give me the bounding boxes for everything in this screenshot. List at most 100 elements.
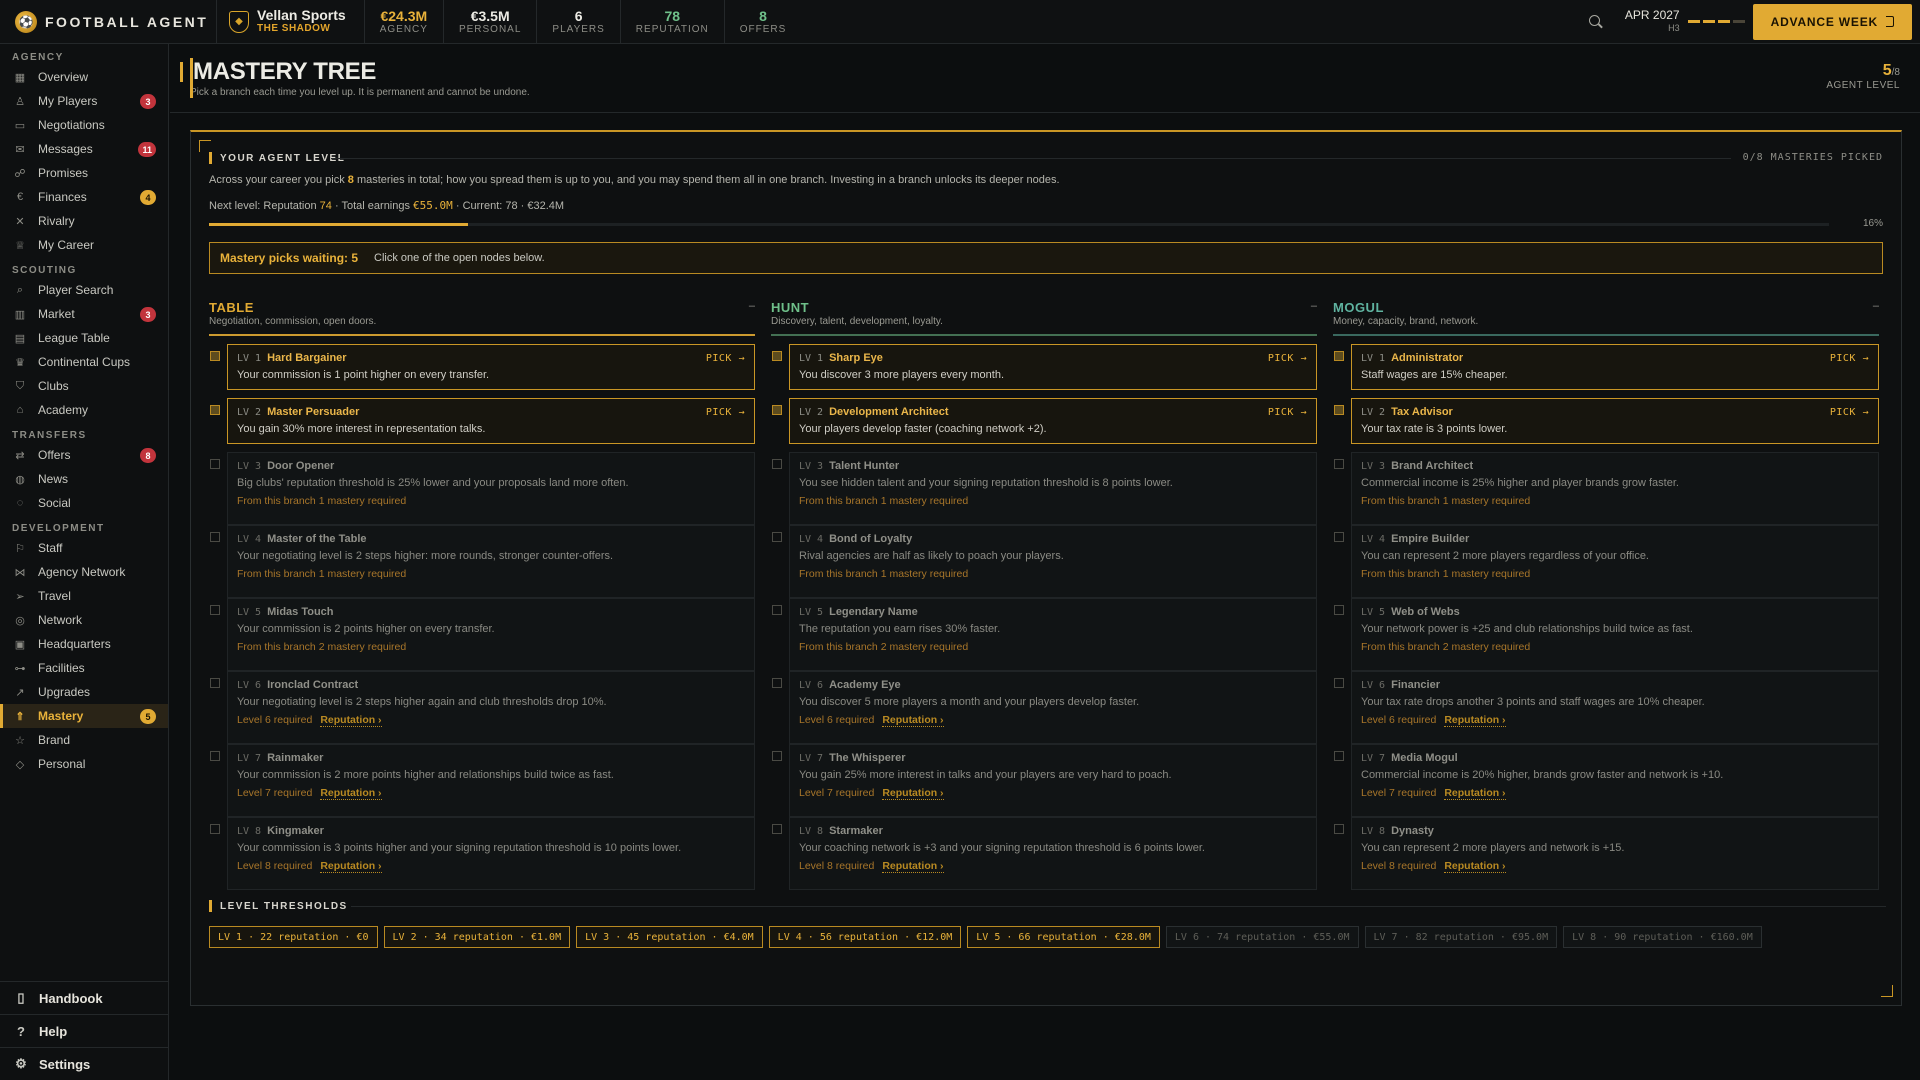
sidebar-item-league-table[interactable]: ▤ League Table bbox=[0, 326, 168, 350]
star-icon: ☆ bbox=[15, 734, 25, 747]
sidebar-settings[interactable]: ⚙ Settings bbox=[0, 1047, 168, 1080]
node-level: LV 6 bbox=[237, 679, 262, 691]
sidebar-item-headquarters[interactable]: ▣ Headquarters bbox=[0, 632, 168, 656]
mastery-card: YOUR AGENT LEVEL 0/8 MASTERIES PICKED Ac… bbox=[190, 130, 1902, 1006]
sidebar-item-clubs[interactable]: ⛉ Clubs bbox=[0, 374, 168, 398]
node-checkbox[interactable] bbox=[772, 405, 782, 415]
sidebar-item-player-search[interactable]: ⌕ Player Search bbox=[0, 278, 168, 302]
search-icon[interactable] bbox=[1588, 14, 1603, 29]
collapse-toggle[interactable]: – bbox=[1311, 300, 1317, 312]
plane-icon: ➢ bbox=[15, 590, 25, 603]
sidebar-item-facilities[interactable]: ⊶ Facilities bbox=[0, 656, 168, 680]
stat-agency[interactable]: €24.3M AGENCY bbox=[363, 0, 443, 44]
stat-label: AGENCY bbox=[379, 23, 428, 35]
mastery-node-rainmaker: LV 7 Rainmaker Your commission is 2 more p… bbox=[210, 744, 755, 817]
stat-reputation[interactable]: 78 REPUTATION bbox=[619, 0, 724, 44]
sidebar-item-messages[interactable]: ✉ Messages 11 bbox=[0, 137, 168, 161]
sidebar-item-brand[interactable]: ☆ Brand bbox=[0, 728, 168, 752]
mastery-node-administrator[interactable]: LV 1 Administrator PICK → Staff wages are 1… bbox=[1334, 344, 1879, 390]
mastery-node-development-architect[interactable]: LV 2 Development Architect PICK → Your play… bbox=[772, 398, 1317, 444]
sidebar-item-promises[interactable]: ☍ Promises bbox=[0, 161, 168, 185]
club-info[interactable]: ◆ Vellan Sports THE SHADOW bbox=[216, 0, 364, 44]
sidebar-item-upgrades[interactable]: ↗ Upgrades bbox=[0, 680, 168, 704]
sidebar-item-finances[interactable]: € Finances 4 bbox=[0, 185, 168, 209]
app-logo[interactable]: ⚽ FOOTBALL AGENT bbox=[0, 10, 216, 33]
sidebar-item-news[interactable]: ◍ News bbox=[0, 467, 168, 491]
sidebar-item-label: Agency Network bbox=[38, 565, 126, 579]
sidebar-item-travel[interactable]: ➢ Travel bbox=[0, 584, 168, 608]
sidebar-item-label: League Table bbox=[38, 331, 110, 345]
stat-value: €3.5M bbox=[470, 7, 510, 24]
node-description: Your tax rate drops another 3 points and… bbox=[1361, 696, 1705, 708]
node-checkbox[interactable] bbox=[1334, 351, 1344, 361]
node-checkbox[interactable] bbox=[1334, 405, 1344, 415]
node-checkbox[interactable] bbox=[210, 351, 220, 361]
reputation-link[interactable]: Reputation › bbox=[882, 714, 944, 727]
collapse-toggle[interactable]: – bbox=[749, 300, 755, 312]
reputation-link[interactable]: Reputation › bbox=[1444, 787, 1506, 800]
node-level: LV 7 bbox=[799, 752, 824, 764]
node-requirement: Level 7 required Reputation › bbox=[237, 787, 745, 800]
sidebar-item-overview[interactable]: ▦ Overview bbox=[0, 65, 168, 89]
stat-personal[interactable]: €3.5M PERSONAL bbox=[442, 0, 536, 44]
mastery-node-sharp-eye[interactable]: LV 1 Sharp Eye PICK → You discover 3 more p… bbox=[772, 344, 1317, 390]
sidebar: AGENCY ▦ Overview ♙ My Players 3 ▭ Negotiations… bbox=[0, 44, 169, 1080]
requirement-text: Level 7 required bbox=[1361, 787, 1437, 799]
mastery-node-tax-advisor[interactable]: LV 2 Tax Advisor PICK → Your tax rate is 3 … bbox=[1334, 398, 1879, 444]
sidebar-handbook[interactable]: ▯ Handbook bbox=[0, 981, 168, 1014]
node-header: LV 6 Financier bbox=[1361, 678, 1869, 692]
reputation-link[interactable]: Reputation › bbox=[882, 787, 944, 800]
pick-button[interactable]: PICK → bbox=[1830, 407, 1869, 418]
node-description: The reputation you earn rises 30% faster… bbox=[799, 623, 1001, 635]
sidebar-item-my-players[interactable]: ♙ My Players 3 bbox=[0, 89, 168, 113]
sidebar-item-staff[interactable]: ⚐ Staff bbox=[0, 536, 168, 560]
level-progress-fill bbox=[209, 223, 469, 226]
stat-players[interactable]: 6 PLAYERS bbox=[536, 0, 619, 44]
pick-button[interactable]: PICK → bbox=[706, 353, 745, 364]
pick-button[interactable]: PICK → bbox=[1830, 353, 1869, 364]
node-checkbox bbox=[772, 459, 782, 469]
sidebar-item-agency-network[interactable]: ⋈ Agency Network bbox=[0, 560, 168, 584]
sidebar-item-rivalry[interactable]: ✕ Rivalry bbox=[0, 209, 168, 233]
node-checkbox[interactable] bbox=[210, 405, 220, 415]
reputation-link[interactable]: Reputation › bbox=[320, 714, 382, 727]
sidebar-item-my-career[interactable]: ♕ My Career bbox=[0, 233, 168, 257]
sidebar-item-network[interactable]: ◎ Network bbox=[0, 608, 168, 632]
pick-button[interactable]: PICK → bbox=[1268, 353, 1307, 364]
requirement-text: Level 7 required bbox=[237, 787, 313, 799]
sidebar-help[interactable]: ? Help bbox=[0, 1014, 168, 1047]
advance-week-button[interactable]: ADVANCE WEEK bbox=[1752, 3, 1912, 40]
mastery-node-hard-bargainer[interactable]: LV 1 Hard Bargainer PICK → Your commission … bbox=[210, 344, 755, 390]
count-badge: 5 bbox=[140, 709, 156, 724]
reputation-link[interactable]: Reputation › bbox=[882, 860, 944, 873]
picks-waiting: Mastery picks waiting: 5 bbox=[220, 251, 359, 265]
reputation-link[interactable]: Reputation › bbox=[1444, 860, 1506, 873]
sidebar-item-academy[interactable]: ⌂ Academy bbox=[0, 398, 168, 422]
node-header: LV 5 Midas Touch bbox=[237, 605, 745, 619]
sidebar-item-social[interactable]: ◌ Social bbox=[0, 491, 168, 515]
collapse-toggle[interactable]: – bbox=[1873, 300, 1879, 312]
node-description: Your commission is 2 more points higher … bbox=[237, 769, 614, 781]
sidebar-item-mastery[interactable]: ⇑ Mastery 5 bbox=[0, 704, 168, 728]
pick-button[interactable]: PICK → bbox=[1268, 407, 1307, 418]
reputation-link[interactable]: Reputation › bbox=[320, 787, 382, 800]
mastery-node-kingmaker: LV 8 Kingmaker Your commission is 3 points… bbox=[210, 817, 755, 890]
reputation-link[interactable]: Reputation › bbox=[1444, 714, 1506, 727]
sidebar-item-label: Academy bbox=[38, 403, 89, 417]
stats-bar: €24.3M AGENCY €3.5M PERSONAL 6 PLAYERS 78 REPUT… bbox=[363, 0, 802, 44]
stat-offers[interactable]: 8 OFFERS bbox=[723, 0, 802, 44]
reputation-link[interactable]: Reputation › bbox=[320, 860, 382, 873]
node-description: You gain 25% more interest in talks and … bbox=[799, 769, 1172, 781]
node-header: LV 3 Talent Hunter bbox=[799, 459, 1307, 473]
sidebar-item-offers[interactable]: ⇄ Offers 8 bbox=[0, 443, 168, 467]
sidebar-item-negotiations[interactable]: ▭ Negotiations bbox=[0, 113, 168, 137]
mastery-node-master-persuader[interactable]: LV 2 Master Persuader PICK → You gain 30% m… bbox=[210, 398, 755, 444]
node-requirement: From this branch 1 mastery required bbox=[1361, 495, 1869, 508]
pick-button[interactable]: PICK → bbox=[706, 407, 745, 418]
node-checkbox[interactable] bbox=[772, 351, 782, 361]
masteries-picked: 0/8 MASTERIES PICKED bbox=[1742, 152, 1883, 163]
sidebar-item-market[interactable]: ▥ Market 3 bbox=[0, 302, 168, 326]
sidebar-item-continental-cups[interactable]: ♛ Continental Cups bbox=[0, 350, 168, 374]
sidebar-item-personal[interactable]: ◇ Personal bbox=[0, 752, 168, 776]
node-requirement: From this branch 1 mastery required bbox=[237, 568, 745, 581]
